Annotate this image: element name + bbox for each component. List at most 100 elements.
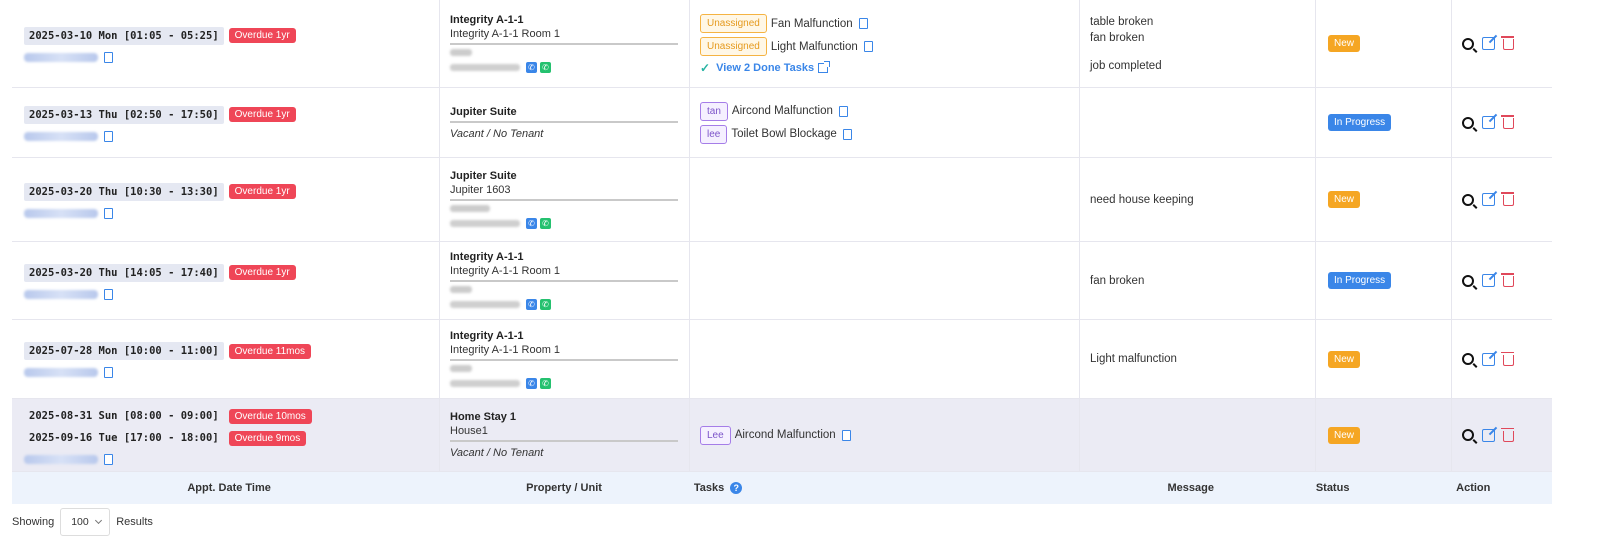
message-line: fan broken — [1090, 274, 1145, 287]
tenant-phone — [450, 301, 520, 308]
message-line: Light malfunction — [1090, 353, 1177, 365]
status-badge: New — [1328, 191, 1361, 208]
search-icon[interactable] — [1462, 353, 1474, 365]
task-name: Light Malfunction — [770, 40, 858, 53]
column-header-status[interactable]: Status — [1304, 472, 1446, 504]
whatsapp-icon[interactable]: ✆ — [540, 218, 551, 229]
copy-icon[interactable] — [101, 48, 113, 63]
copy-icon[interactable] — [101, 204, 113, 219]
column-header-row: Appt. Date Time Property / Unit Tasks ? … — [12, 472, 1552, 504]
assignee-tag[interactable]: Unassigned — [700, 14, 767, 33]
table-row: 2025-03-13 Thu [02:50 - 17:50] Overdue 1… — [12, 88, 1552, 158]
copy-icon[interactable] — [101, 127, 113, 142]
tenant-name — [450, 205, 490, 212]
phone-icon[interactable]: ✆ — [526, 62, 537, 73]
trash-icon[interactable] — [1501, 427, 1514, 442]
edit-icon[interactable] — [1482, 116, 1495, 129]
table-row: 2025-03-10 Mon [01:05 - 05:25] Overdue 1… — [12, 0, 1552, 88]
trash-icon[interactable] — [1501, 273, 1514, 287]
page-size-select[interactable]: 100 — [60, 508, 111, 536]
appt-datetime: 2025-03-10 Mon [01:05 - 05:25] — [24, 26, 224, 45]
overdue-badge: Overdue 10mos — [228, 408, 312, 424]
status-badge: In Progress — [1328, 272, 1392, 289]
status-badge: New — [1328, 426, 1361, 444]
trash-icon[interactable] — [1501, 36, 1514, 50]
copy-icon[interactable] — [101, 285, 113, 300]
copy-icon[interactable] — [835, 102, 848, 117]
property-name: Jupiter Suite — [450, 106, 678, 123]
copy-icon[interactable] — [839, 125, 852, 140]
edit-icon[interactable] — [1482, 428, 1495, 442]
assignee-tag[interactable]: Lee — [700, 425, 731, 445]
search-icon[interactable] — [1462, 429, 1474, 441]
assignee-tag[interactable]: lee — [700, 124, 728, 144]
copy-icon[interactable] — [101, 364, 113, 378]
edit-icon[interactable] — [1482, 352, 1495, 366]
copy-icon[interactable] — [860, 38, 873, 52]
appointment-id-link[interactable] — [24, 52, 98, 62]
status-badge: In Progress — [1328, 114, 1392, 131]
appt-datetime: 2025-03-13 Thu [02:50 - 17:50] — [24, 105, 224, 124]
whatsapp-icon[interactable]: ✆ — [540, 377, 551, 389]
search-icon[interactable] — [1462, 274, 1474, 287]
column-header-tasks[interactable]: Tasks ? — [684, 472, 1068, 504]
overdue-badge: Overdue 1yr — [228, 184, 296, 199]
appointment-id-link[interactable] — [24, 131, 98, 141]
appt-datetime: 2025-07-28 Mon [10:00 - 11:00] — [24, 342, 224, 360]
property-name: Integrity A-1-1 — [450, 251, 524, 263]
unit-name: Integrity A-1-1 Room 1 — [450, 344, 678, 361]
copy-icon[interactable] — [838, 426, 851, 441]
trash-icon[interactable] — [1501, 351, 1514, 366]
column-header-property[interactable]: Property / Unit — [434, 472, 684, 504]
appointment-id-link[interactable] — [24, 455, 98, 464]
appointment-id-link[interactable] — [24, 208, 98, 218]
phone-icon[interactable]: ✆ — [526, 299, 537, 310]
edit-icon[interactable] — [1482, 274, 1495, 287]
appointment-id-link[interactable] — [24, 368, 98, 377]
task-item: Lee Aircond Malfunction — [700, 425, 1079, 445]
edit-icon[interactable] — [1482, 193, 1495, 206]
copy-icon[interactable] — [101, 451, 113, 465]
task-name: Fan Malfunction — [770, 17, 853, 30]
unit-name: Jupiter 1603 — [450, 184, 678, 201]
whatsapp-icon[interactable]: ✆ — [540, 299, 551, 310]
appointment-id-link[interactable] — [24, 289, 98, 299]
appt-datetime: 2025-03-20 Thu [14:05 - 17:40] — [24, 263, 224, 282]
tenant-name — [450, 364, 472, 372]
overdue-badge: Overdue 1yr — [228, 28, 296, 43]
property-name: Jupiter Suite — [450, 170, 517, 182]
table-row: 2025-08-31 Sun [08:00 - 09:00] Overdue 1… — [12, 399, 1552, 472]
search-icon[interactable] — [1462, 37, 1474, 50]
trash-icon[interactable] — [1501, 115, 1514, 129]
trash-icon[interactable] — [1501, 192, 1514, 206]
help-icon[interactable]: ? — [730, 482, 743, 494]
assignee-tag[interactable]: Unassigned — [700, 37, 767, 56]
property-name: Home Stay 1 — [450, 411, 517, 423]
task-item: lee Toilet Bowl Blockage — [700, 124, 1079, 144]
copy-icon[interactable] — [855, 15, 868, 29]
table-row: 2025-03-20 Thu [14:05 - 17:40] Overdue 1… — [12, 242, 1552, 320]
appt-datetime: 2025-03-20 Thu [10:30 - 13:30] — [24, 182, 224, 201]
search-icon[interactable] — [1462, 193, 1474, 206]
column-header-appt[interactable]: Appt. Date Time — [12, 472, 434, 504]
task-item: Unassigned Fan Malfunction — [700, 14, 1079, 33]
unit-name: Integrity A-1-1 Room 1 — [450, 28, 678, 45]
tenant-name — [450, 49, 472, 56]
appointments-table: 2025-03-10 Mon [01:05 - 05:25] Overdue 1… — [12, 0, 1552, 504]
task-item: Unassigned Light Malfunction — [700, 37, 1079, 56]
assignee-tag[interactable]: tan — [700, 101, 728, 121]
column-header-action: Action — [1456, 482, 1491, 494]
column-header-message[interactable]: Message — [1068, 472, 1304, 504]
edit-icon[interactable] — [1482, 37, 1495, 50]
search-icon[interactable] — [1462, 116, 1474, 129]
whatsapp-icon[interactable]: ✆ — [540, 62, 551, 73]
results-label: Results — [116, 516, 153, 528]
phone-icon[interactable]: ✆ — [526, 377, 537, 389]
overdue-badge: Overdue 11mos — [228, 343, 312, 359]
overdue-badge: Overdue 1yr — [228, 107, 296, 122]
view-done-tasks-link[interactable]: ✓ View 2 Done Tasks — [700, 61, 1079, 75]
property-name: Integrity A-1-1 — [450, 14, 524, 26]
status-badge: New — [1328, 35, 1361, 52]
unit-name: Integrity A-1-1 Room 1 — [450, 265, 678, 282]
phone-icon[interactable]: ✆ — [526, 218, 537, 229]
